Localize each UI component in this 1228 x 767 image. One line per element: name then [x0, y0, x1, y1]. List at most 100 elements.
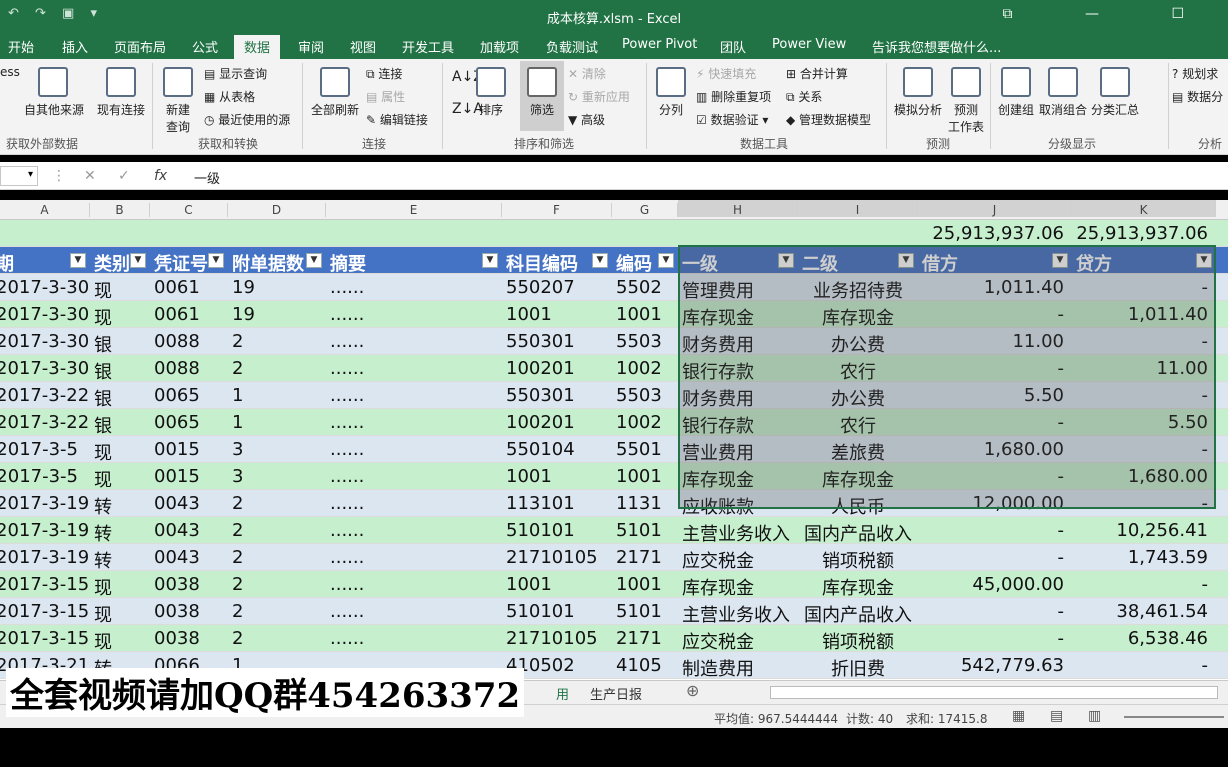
normal-view-icon[interactable]: ▦	[1012, 708, 1025, 724]
table-header-1[interactable]: 类别	[94, 250, 130, 276]
group-button[interactable]: 创建组	[996, 67, 1036, 118]
cell-E[interactable]: ......	[330, 466, 364, 487]
cell-F[interactable]: 510101	[506, 520, 575, 541]
cell-K[interactable]: 1,743.59	[1072, 547, 1208, 568]
cell-H[interactable]: 主营业务收入	[682, 601, 790, 627]
reapply-button[interactable]: ↻ 重新应用	[568, 88, 630, 105]
cell-K[interactable]: 5.50	[1072, 412, 1208, 433]
cell-C[interactable]: 0088	[154, 358, 200, 379]
cell-C[interactable]: 0038	[154, 574, 200, 595]
cell-J[interactable]: 1,011.40	[918, 277, 1064, 298]
cell-C[interactable]: 0065	[154, 412, 200, 433]
cell-C[interactable]: 0015	[154, 439, 200, 460]
cell-C[interactable]: 0043	[154, 520, 200, 541]
cell-G[interactable]: 5503	[616, 331, 662, 352]
cell-H[interactable]: 应交税金	[682, 628, 754, 654]
insert-function-icon[interactable]: fx	[154, 168, 167, 184]
cell-D[interactable]: 2	[232, 574, 243, 595]
cell-A[interactable]: 2017-3-30	[0, 331, 89, 352]
cell-K[interactable]: -	[1072, 385, 1209, 406]
cell-E[interactable]: ......	[330, 331, 364, 352]
cell-H[interactable]: 制造费用	[682, 655, 754, 680]
column-header-G[interactable]: G	[612, 203, 678, 217]
cell-I[interactable]: 国内产品收入	[798, 601, 918, 627]
cell-E[interactable]: ......	[330, 439, 364, 460]
ungroup-button[interactable]: 取消组合	[1038, 67, 1088, 118]
cell-I[interactable]: 销项税额	[798, 547, 918, 573]
cell-D[interactable]: 3	[232, 439, 243, 460]
cell-D[interactable]: 19	[232, 277, 255, 298]
cell-I[interactable]: 库存现金	[798, 466, 918, 492]
manage-data-model-button[interactable]: ◆ 管理数据模型	[786, 111, 871, 128]
filter-dropdown-icon[interactable]: ▼	[778, 253, 794, 268]
cell-A[interactable]: 2017-3-19	[0, 520, 89, 541]
advanced-filter-button[interactable]: ▼ 高级	[568, 111, 605, 128]
cell-D[interactable]: 2	[232, 493, 243, 514]
show-queries-button[interactable]: ▤ 显示查询	[204, 65, 267, 82]
cell-G[interactable]: 5502	[616, 277, 662, 298]
sheet-tab-production[interactable]: 生产日报	[590, 684, 642, 703]
cell-I[interactable]: 销项税额	[798, 628, 918, 654]
column-header-A[interactable]: A	[0, 203, 90, 217]
table-header-10[interactable]: 贷方	[1076, 250, 1112, 276]
cell-H[interactable]: 应交税金	[682, 547, 754, 573]
formula-input[interactable]: 一级	[194, 168, 220, 187]
cell-D[interactable]: 1	[232, 412, 243, 433]
cell-B[interactable]: 现	[94, 601, 112, 627]
refresh-all-button[interactable]: 全部刷新	[310, 67, 360, 118]
cell-K[interactable]: -	[1072, 277, 1209, 298]
cell-C[interactable]: 0061	[154, 304, 200, 325]
cell-C[interactable]: 0043	[154, 493, 200, 514]
cell-B[interactable]: 转	[94, 493, 112, 519]
solver-button[interactable]: ? 规划求	[1172, 65, 1218, 82]
column-header-J[interactable]: J	[918, 200, 1072, 217]
table-header-8[interactable]: 二级	[802, 250, 838, 276]
column-header-H[interactable]: H	[678, 200, 798, 217]
cell-H[interactable]: 营业费用	[682, 439, 754, 465]
cell-A[interactable]: 2017-3-22	[0, 385, 89, 406]
cell-F[interactable]: 550104	[506, 439, 575, 460]
tab-10[interactable]: Power Pivot	[622, 37, 697, 52]
cell-F[interactable]: 1001	[506, 574, 552, 595]
cell-I[interactable]: 办公费	[798, 385, 918, 411]
cell-G[interactable]: 5101	[616, 601, 662, 622]
zoom-slider[interactable]	[1124, 716, 1224, 718]
column-header-F[interactable]: F	[502, 203, 612, 217]
properties-button[interactable]: ▤ 属性	[366, 88, 405, 105]
cell-J[interactable]: -	[918, 466, 1065, 487]
horizontal-scrollbar[interactable]	[770, 686, 1218, 699]
cell-K[interactable]: -	[1072, 331, 1209, 352]
column-header-E[interactable]: E	[326, 203, 502, 217]
tab-8[interactable]: 加载项	[480, 37, 519, 56]
cell-H[interactable]: 银行存款	[682, 412, 754, 438]
cell-F[interactable]: 1001	[506, 466, 552, 487]
cell-G[interactable]: 5501	[616, 439, 662, 460]
filter-dropdown-icon[interactable]: ▼	[482, 253, 498, 268]
table-header-3[interactable]: 附单据数	[232, 250, 304, 276]
cell-I[interactable]: 农行	[798, 358, 918, 384]
cell-C[interactable]: 0015	[154, 466, 200, 487]
table-header-9[interactable]: 借方	[922, 250, 958, 276]
cell-J[interactable]: -	[918, 547, 1065, 568]
cell-K[interactable]: -	[1072, 439, 1209, 460]
cell-I[interactable]: 库存现金	[798, 304, 918, 330]
cell-E[interactable]: ......	[330, 412, 364, 433]
cell-A[interactable]: 2017-3-15	[0, 628, 89, 649]
cell-G[interactable]: 4105	[616, 655, 662, 676]
cell-G[interactable]: 2171	[616, 628, 662, 649]
cell-B[interactable]: 现	[94, 277, 112, 303]
cell-A[interactable]: 2017-3-22	[0, 412, 89, 433]
window-controls[interactable]: ⧉ — ☐	[1003, 6, 1218, 22]
cell-C[interactable]: 0038	[154, 601, 200, 622]
tell-me-input[interactable]: 告诉我您想要做什么...	[872, 37, 1001, 56]
cell-I[interactable]: 国内产品收入	[798, 520, 918, 546]
tab-5[interactable]: 审阅	[298, 37, 324, 56]
cell-D[interactable]: 2	[232, 628, 243, 649]
cell-K[interactable]: 10,256.41	[1072, 520, 1208, 541]
cell-D[interactable]: 2	[232, 331, 243, 352]
tab-4[interactable]: 数据	[234, 35, 281, 62]
cell-D[interactable]: 2	[232, 520, 243, 541]
page-break-icon[interactable]: ▥	[1088, 708, 1101, 724]
cell-C[interactable]: 0088	[154, 331, 200, 352]
filter-dropdown-icon[interactable]: ▼	[658, 253, 674, 268]
